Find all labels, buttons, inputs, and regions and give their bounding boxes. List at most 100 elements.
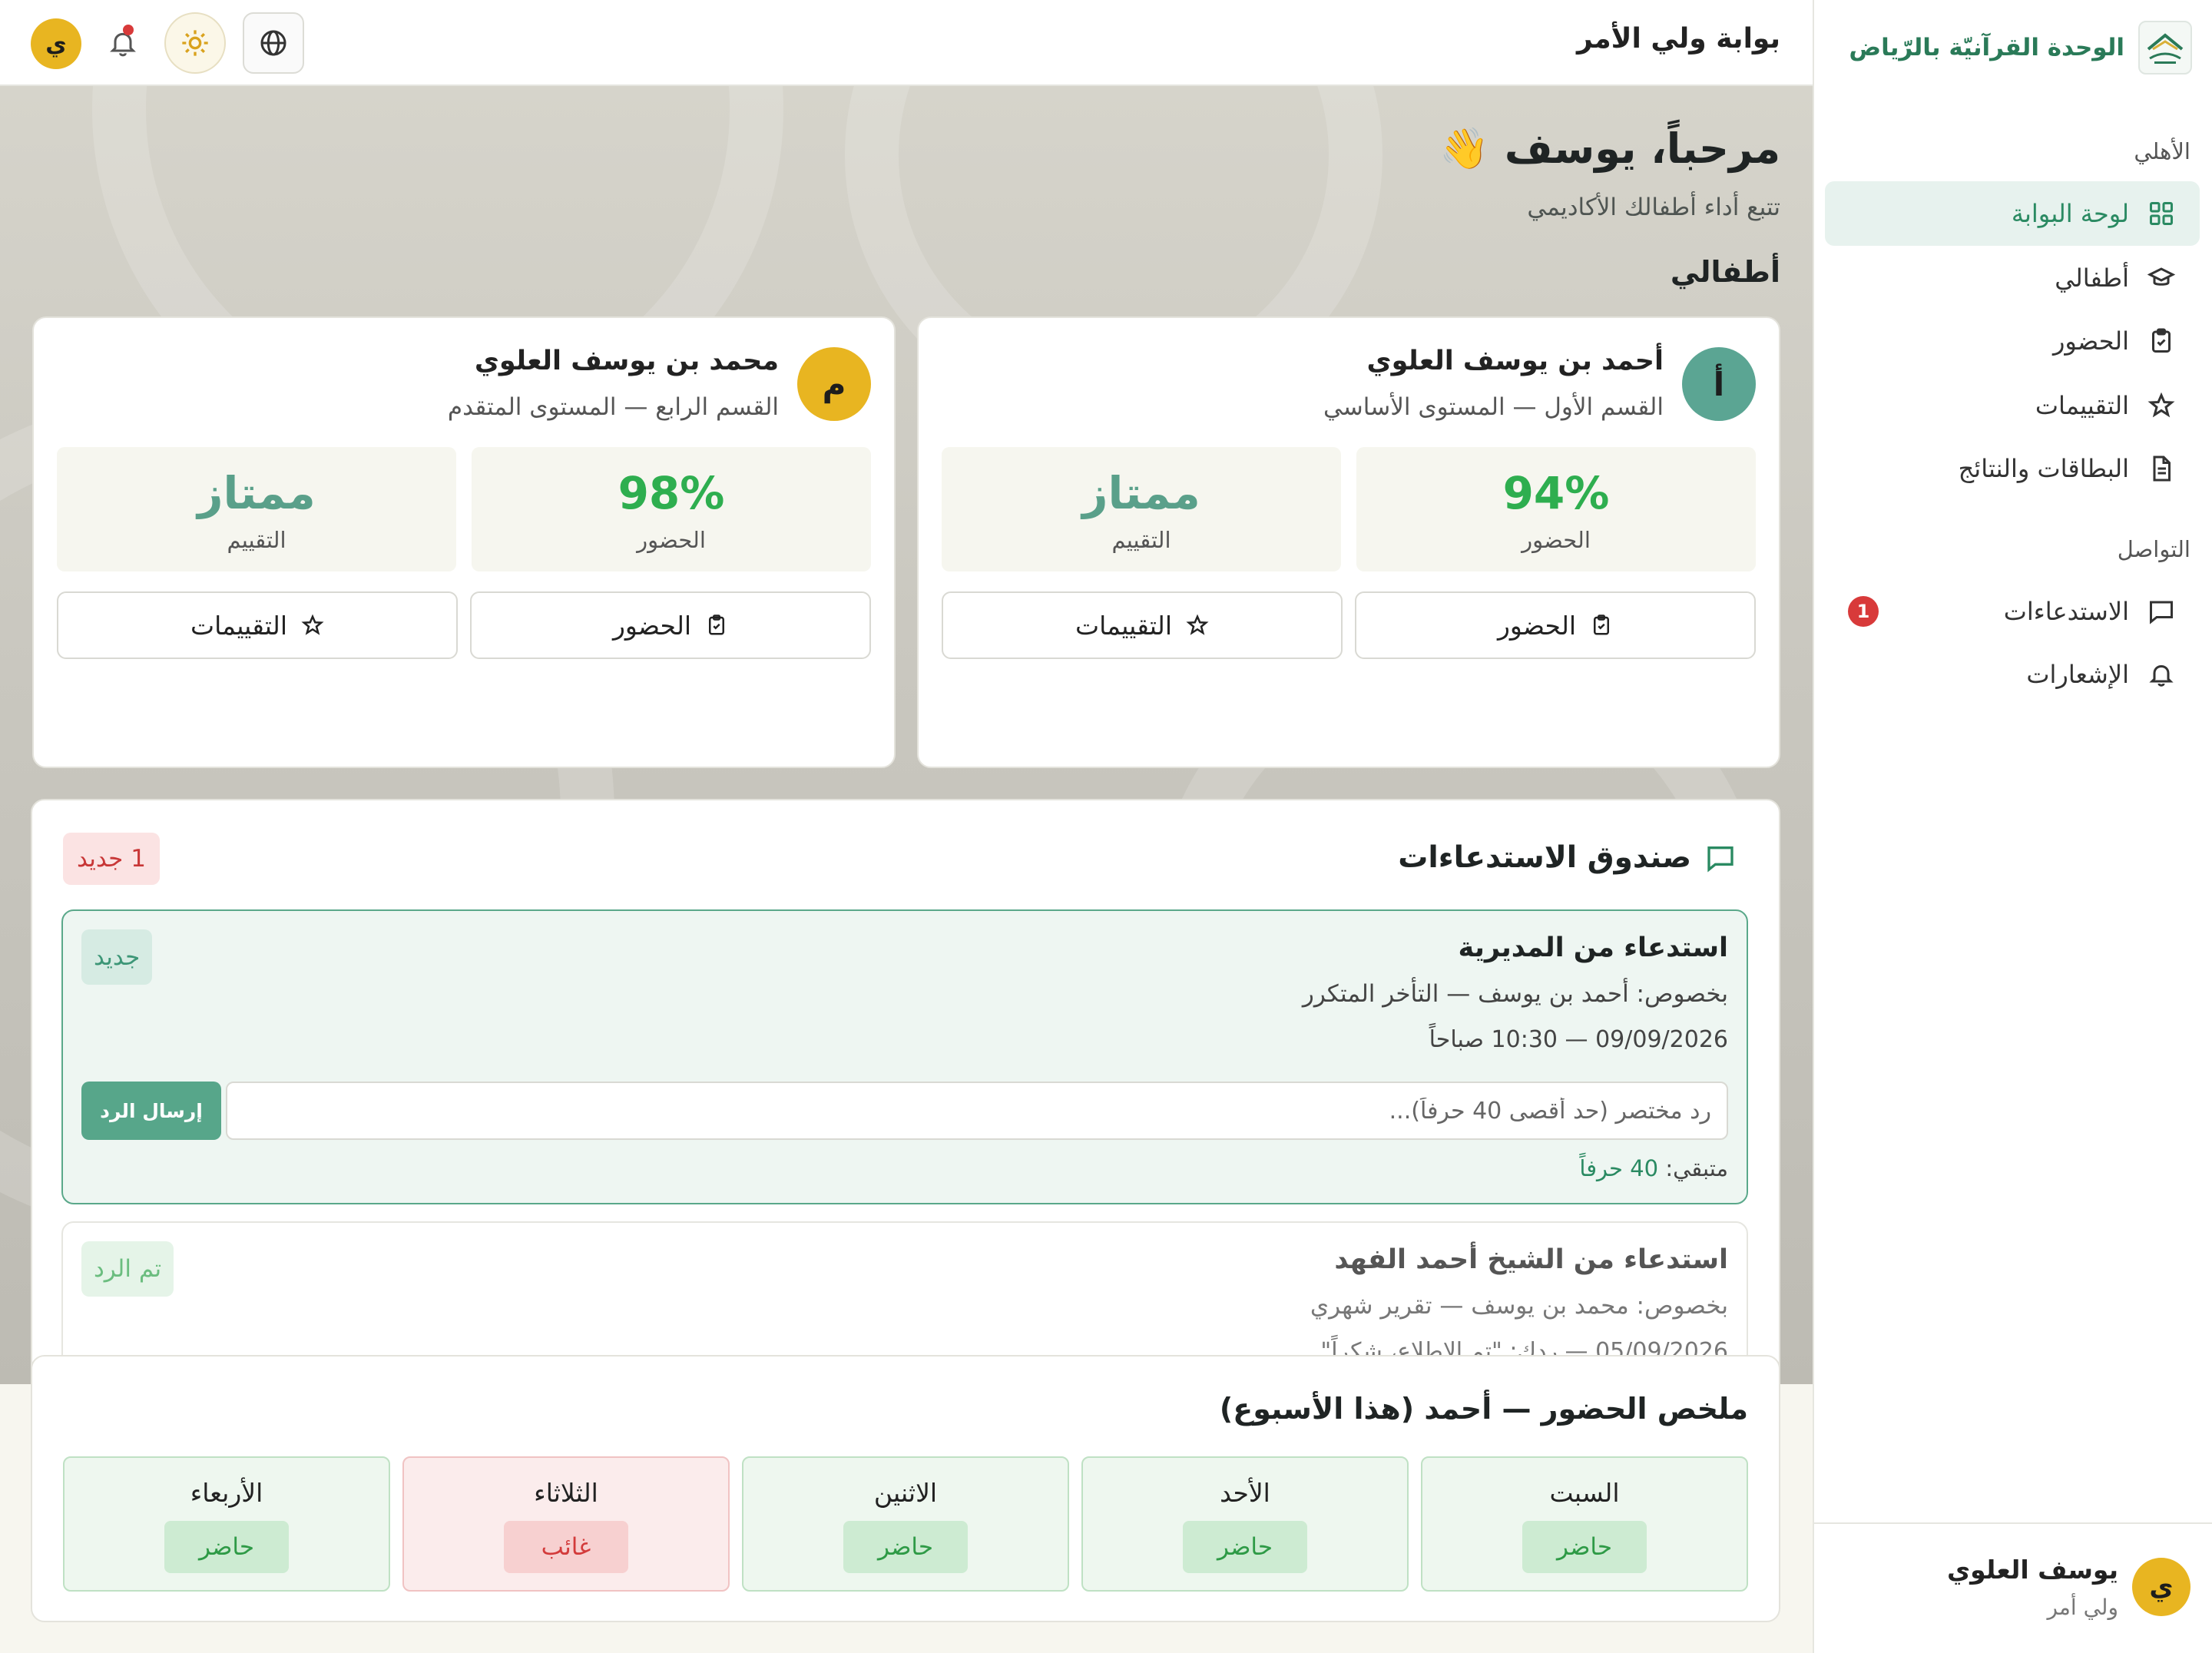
greeting-text: مرحباً، يوسف — [1504, 124, 1780, 173]
status-badge: حاضر — [843, 1521, 968, 1573]
day-name: السبت — [1549, 1478, 1620, 1508]
reply-input[interactable] — [226, 1082, 1728, 1140]
day-name: الأربعاء — [190, 1478, 263, 1508]
children-section-title: أطفالي — [1670, 255, 1780, 289]
day-card: الاثنين حاضر — [742, 1456, 1069, 1592]
bell-icon — [2146, 659, 2177, 690]
greeting-subtitle: تتبع أداء أطفالك الأكاديمي — [1527, 194, 1780, 221]
remaining-label: متبقي: — [1665, 1155, 1728, 1181]
summons-message-new[interactable]: استدعاء من المديرية بخصوص: أحمد بن يوسف … — [61, 909, 1748, 1204]
sidebar-item-label: أطفالي — [2055, 263, 2129, 293]
grid-icon — [2146, 198, 2177, 229]
ratings-button[interactable]: التقييمات — [57, 591, 458, 659]
sidebar-item-label: التقييمات — [2035, 391, 2129, 420]
rating-stat: ممتاز التقييم — [57, 447, 456, 571]
sidebar-item-notifications[interactable]: الإشعارات — [1825, 642, 2200, 707]
child-avatar: أ — [1682, 347, 1756, 421]
nav-section-communication: التواصل — [2117, 536, 2190, 562]
button-label: الحضور — [1497, 610, 1577, 641]
attendance-label: الحضور — [637, 527, 706, 553]
theme-toggle-button[interactable] — [164, 12, 226, 74]
child-class: القسم الأول — المستوى الأساسي — [1323, 393, 1664, 421]
nav-section-family: الأهلي — [2134, 138, 2190, 164]
button-label: التقييمات — [190, 610, 287, 641]
send-reply-button[interactable]: إرسال الرد — [81, 1082, 221, 1140]
brand[interactable]: الوحدة القرآنيّة بالرّياض — [1849, 17, 2192, 78]
child-card: أ أحمد بن يوسف العلوي القسم الأول — المس… — [917, 316, 1780, 768]
star-icon — [301, 614, 324, 635]
rating-stat: ممتاز التقييم — [942, 447, 1341, 571]
wave-icon: 👋 — [1439, 126, 1489, 172]
sidebar-item-label: الحضور — [2052, 326, 2129, 356]
ratings-button[interactable]: التقييمات — [942, 591, 1343, 659]
sidebar-item-label: الاستدعاءات — [2003, 597, 2129, 626]
new-count-badge: 1 جديد — [63, 833, 160, 885]
button-label: الحضور — [612, 610, 692, 641]
user-role: ولي أمر — [2047, 1595, 2118, 1620]
star-icon — [2146, 390, 2177, 421]
child-name: أحمد بن يوسف العلوي — [1366, 346, 1664, 376]
attendance-summary-title: ملخص الحضور — أحمد (هذا الأسبوع) — [1219, 1392, 1748, 1426]
child-avatar: م — [797, 347, 871, 421]
rating-value: ممتاز — [197, 467, 316, 519]
language-button[interactable] — [243, 12, 304, 74]
greeting: مرحباً، يوسف 👋 — [1439, 124, 1780, 173]
day-card: الثلاثاء غائب — [402, 1456, 730, 1592]
sidebar: الوحدة القرآنيّة بالرّياض الأهلي لوحة ال… — [1813, 0, 2212, 1653]
attendance-value: 94% — [1502, 467, 1610, 519]
sidebar-item-summons[interactable]: الاستدعاءات 1 — [1825, 579, 2200, 644]
message-date: 09/09/2026 — 10:30 صباحاً — [1429, 1026, 1728, 1053]
message-icon — [1707, 846, 1734, 872]
attendance-stat: 98% الحضور — [472, 447, 871, 571]
attendance-summary: ملخص الحضور — أحمد (هذا الأسبوع) السبت ح… — [31, 1355, 1780, 1622]
sidebar-item-attendance[interactable]: الحضور — [1825, 309, 2200, 373]
clipboard-check-icon — [2146, 326, 2177, 356]
day-name: الأحد — [1220, 1478, 1270, 1508]
status-badge: تم الرد — [81, 1241, 174, 1297]
sidebar-item-reports[interactable]: البطاقات والنتائج — [1825, 436, 2200, 501]
status-badge: غائب — [504, 1521, 628, 1573]
status-badge: حاضر — [1183, 1521, 1307, 1573]
user-name: يوسف العلوي — [1946, 1555, 2118, 1585]
inbox-title: صندوق الاستدعاءات — [1398, 840, 1736, 875]
document-icon — [2146, 453, 2177, 484]
day-card: الأربعاء حاضر — [63, 1456, 390, 1592]
rating-label: التقييم — [227, 527, 286, 553]
status-badge: جديد — [81, 929, 153, 985]
graduation-cap-icon — [2146, 263, 2177, 293]
attendance-value: 98% — [618, 467, 725, 519]
sidebar-item-dashboard[interactable]: لوحة البوابة — [1825, 181, 2200, 246]
attendance-button[interactable]: الحضور — [470, 591, 871, 659]
sidebar-item-ratings[interactable]: التقييمات — [1825, 373, 2200, 438]
star-icon — [1186, 614, 1209, 635]
rating-value: ممتاز — [1082, 467, 1200, 519]
page-title: بوابة ولي الأمر — [1577, 23, 1780, 55]
topbar: بوابة ولي الأمر ي — [0, 0, 1813, 86]
sidebar-item-label: لوحة البوابة — [2011, 199, 2129, 228]
notifications-button[interactable] — [92, 12, 154, 74]
child-card: م محمد بن يوسف العلوي القسم الرابع — الم… — [32, 316, 896, 768]
unread-dot — [123, 25, 134, 35]
message-about: بخصوص: محمد بن يوسف — تقرير شهري — [1310, 1292, 1728, 1320]
sidebar-item-label: الإشعارات — [2026, 660, 2129, 689]
attendance-button[interactable]: الحضور — [1355, 591, 1756, 659]
remaining-chars: متبقي: 40 حرفاً — [1579, 1155, 1728, 1181]
remaining-value: 40 حرفاً — [1579, 1155, 1659, 1181]
status-badge: حاضر — [1522, 1521, 1647, 1573]
brand-name: الوحدة القرآنيّة بالرّياض — [1849, 34, 2124, 61]
avatar[interactable]: ي — [31, 18, 81, 69]
user-profile[interactable]: ي يوسف العلوي ولي أمر — [1813, 1522, 2212, 1653]
day-name: الاثنين — [873, 1478, 938, 1508]
attendance-stat: 94% الحضور — [1356, 447, 1756, 571]
message-title: استدعاء من المديرية — [1458, 933, 1728, 963]
message-title: استدعاء من الشيخ أحمد الفهد — [1334, 1244, 1728, 1275]
inbox-title-text: صندوق الاستدعاءات — [1398, 840, 1691, 875]
summons-inbox: صندوق الاستدعاءات 1 جديد استدعاء من المد… — [31, 799, 1780, 1416]
sun-icon — [182, 30, 208, 56]
button-label: التقييمات — [1075, 610, 1172, 641]
message-icon — [2146, 596, 2177, 627]
child-class: القسم الرابع — المستوى المتقدم — [447, 393, 779, 421]
sidebar-item-children[interactable]: أطفالي — [1825, 246, 2200, 310]
brand-logo-icon — [2138, 21, 2192, 75]
child-name: محمد بن يوسف العلوي — [474, 346, 779, 376]
